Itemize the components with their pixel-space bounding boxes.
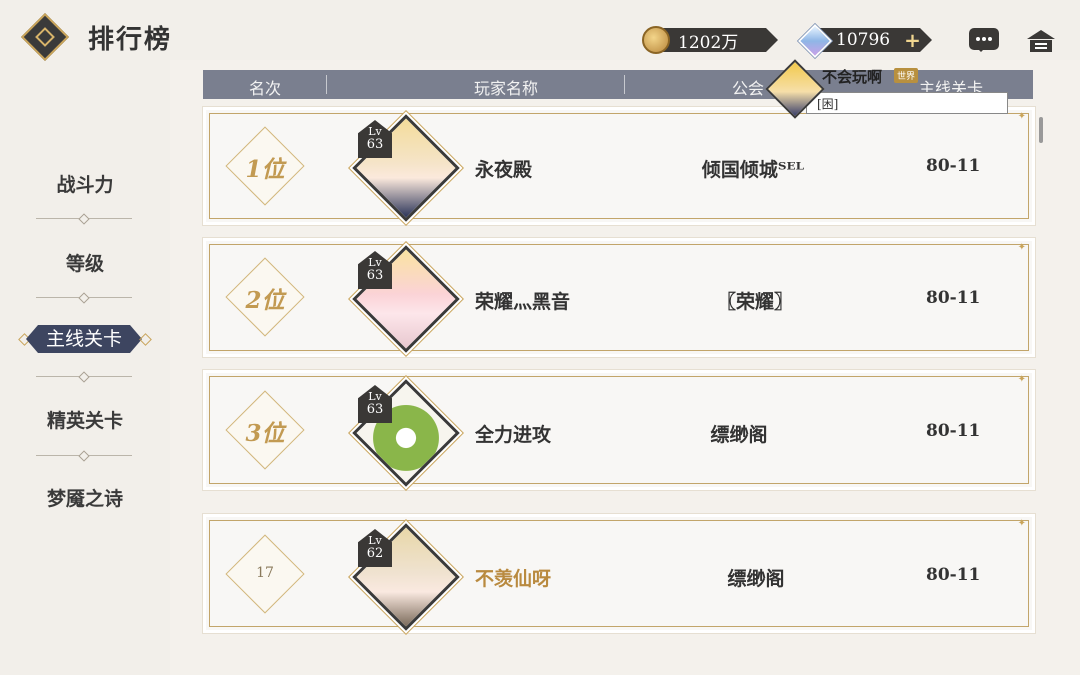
chat-dot — [982, 37, 986, 41]
nav-divider — [36, 297, 132, 298]
level-value: 63 — [366, 402, 384, 417]
column-separator — [326, 75, 327, 94]
stage-value: 80-11 — [926, 288, 981, 308]
player-name: 全力进攻 — [475, 424, 552, 446]
column-header-player: 玩家名称 — [474, 79, 539, 98]
page-header: 排行榜 — [20, 12, 173, 62]
nav-item-elite-stage[interactable]: 精英关卡 — [20, 406, 150, 433]
back-button[interactable] — [20, 12, 70, 62]
add-gems-button[interactable]: + — [904, 28, 921, 52]
column-header-guild: 公会 — [732, 79, 765, 98]
rank-label: 2位 — [245, 287, 285, 314]
guild-name: 〖荣耀〗 — [716, 291, 793, 313]
rank-label: 17 — [256, 565, 274, 581]
chat-dot — [976, 37, 980, 41]
level-value: 63 — [366, 268, 384, 283]
table-row[interactable]: ✦ 1位 Lv 63 永夜殿 倾国倾城ᵀᴱᴸ 80-11 — [206, 110, 1032, 222]
row-frame — [209, 376, 1029, 484]
stage-value: 80-11 — [926, 565, 981, 585]
guild-name: 倾国倾城ᵀᴱᴸ — [701, 159, 805, 181]
level-value: 62 — [366, 546, 384, 561]
scrollbar[interactable] — [1039, 117, 1043, 143]
corner-star-icon: ✦ — [1017, 374, 1026, 385]
corner-star-icon: ✦ — [1017, 518, 1026, 529]
row-frame — [209, 113, 1029, 219]
level-value: 63 — [366, 137, 384, 152]
nav-divider — [36, 376, 132, 377]
sender-name: 不会玩啊 — [822, 68, 883, 86]
nav-item-main-stage[interactable]: 主线关卡 — [20, 322, 150, 356]
table-row[interactable]: ✦ 2位 Lv 63 荣耀灬黑音 〖荣耀〗 80-11 — [206, 241, 1032, 354]
nav-item-main-stage-label: 主线关卡 — [26, 325, 142, 353]
corner-star-icon: ✦ — [1017, 111, 1026, 122]
rank-label: 3位 — [245, 420, 285, 447]
nav-item-nightmare-poem[interactable]: 梦魇之诗 — [20, 484, 150, 511]
column-header-rank: 名次 — [249, 79, 282, 98]
chat-message-text: [困] — [806, 92, 1008, 114]
player-name: 荣耀灬黑音 — [475, 291, 571, 313]
gold-coin-icon — [642, 26, 670, 54]
stage-value: 80-11 — [926, 421, 981, 441]
chat-message-popup[interactable]: 不会玩啊 世界 [困] — [765, 59, 1008, 119]
corner-star-icon: ✦ — [1017, 242, 1026, 253]
chat-dot — [988, 37, 992, 41]
home-icon[interactable] — [1026, 28, 1056, 54]
nav-item-combat-power[interactable]: 战斗力 — [20, 170, 150, 197]
guild-name: 缥缈阁 — [710, 424, 768, 446]
column-separator — [624, 75, 625, 94]
rank-label: 1位 — [245, 156, 285, 183]
nav-divider — [36, 455, 132, 456]
guild-name: 缥缈阁 — [727, 568, 785, 590]
player-name: 不羡仙呀 — [475, 568, 552, 590]
nav-item-level[interactable]: 等级 — [20, 249, 150, 276]
gem-value: 10796 — [836, 30, 891, 50]
stage-value: 80-11 — [926, 156, 981, 176]
row-frame — [209, 244, 1029, 351]
row-frame — [209, 520, 1029, 627]
page-title: 排行榜 — [88, 24, 173, 55]
table-row[interactable]: ✦ 3位 Lv 63 全力进攻 缥缈阁 80-11 — [206, 373, 1032, 487]
chat-icon[interactable] — [969, 28, 999, 52]
nav-divider — [36, 218, 132, 219]
player-name: 永夜殿 — [475, 159, 533, 181]
channel-badge: 世界 — [894, 68, 919, 83]
self-rank-row[interactable]: ✦ 17 Lv 62 不羡仙呀 缥缈阁 80-11 — [206, 517, 1032, 631]
